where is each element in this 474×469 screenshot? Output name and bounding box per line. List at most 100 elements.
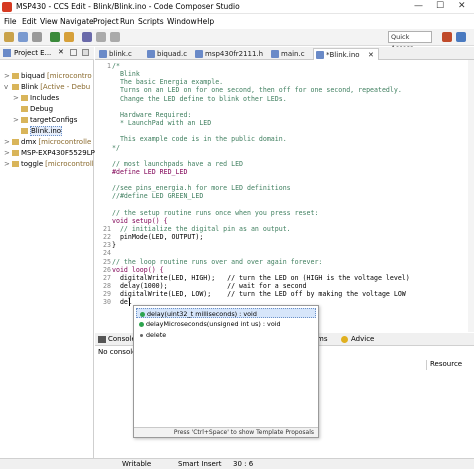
code-line[interactable]: Hardware Required: — [112, 111, 191, 119]
code-line[interactable]: */ — [112, 144, 120, 152]
menu-help[interactable]: Help — [197, 17, 214, 26]
expand-arrow-icon[interactable]: > — [4, 137, 12, 148]
resource-column-header[interactable]: Resource — [426, 360, 468, 370]
tree-item[interactable]: Blink.ino — [0, 126, 94, 137]
code-line[interactable]: //see pins_energia.h for more LED defini… — [112, 184, 291, 192]
code-line[interactable]: delay(1000); // wait for a second — [112, 282, 307, 290]
code-line[interactable]: Blink — [112, 70, 140, 78]
code-line[interactable]: //#define LED GREEN_LED — [112, 192, 203, 200]
h-file-icon — [195, 50, 203, 58]
maximize-view-icon[interactable] — [82, 49, 89, 56]
tree-item[interactable]: > MSP-EXP430F5529LP — [0, 148, 95, 159]
menu-window[interactable]: Window — [167, 17, 197, 26]
project-tree: > biquad [microcontro v Blink [Active - Debu >… — [0, 71, 95, 170]
proposal-delete[interactable]: delete — [136, 330, 316, 340]
expand-arrow-icon[interactable]: > — [4, 159, 12, 170]
project-folder-icon — [21, 106, 28, 112]
minimize-button[interactable]: — — [414, 1, 423, 11]
code-line[interactable]: // initialize the digital pin as an outp… — [112, 225, 291, 233]
expand-arrow-icon[interactable]: v — [4, 82, 12, 93]
close-button[interactable]: ✕ — [458, 1, 466, 11]
debug-perspective-icon[interactable] — [456, 32, 466, 42]
text-cursor — [129, 298, 130, 307]
code-line[interactable]: The basic Energia example. — [112, 78, 223, 86]
tree-item[interactable]: v Blink [Active - Debu — [0, 82, 94, 93]
menu-file[interactable]: File — [4, 17, 17, 26]
code-line[interactable]: This example code is in the public domai… — [112, 135, 287, 143]
code-editor[interactable]: 1/* Blink The basic Energia example. Tur… — [95, 60, 470, 332]
template-proposals-hint: Press 'Ctrl+Space' to show Template Prop… — [134, 427, 318, 437]
line-number: 25 — [103, 257, 111, 266]
tab-console[interactable]: Console — [108, 335, 136, 343]
tree-item-tag: [microcontrolle — [38, 138, 92, 146]
content-assist-popup: delay(uint32_t milliseconds) : void dela… — [133, 305, 319, 438]
code-line[interactable]: // most launchpads have a red LED — [112, 160, 243, 168]
menu-run[interactable]: Run — [120, 17, 134, 26]
code-line[interactable]: pinMode(LED, OUTPUT); — [112, 233, 203, 241]
maximize-button[interactable]: ☐ — [436, 1, 444, 11]
project-folder-icon — [12, 73, 19, 79]
line-number: 28 — [103, 282, 111, 291]
perspective-icon[interactable] — [442, 32, 452, 42]
build-icon[interactable] — [32, 32, 42, 42]
new-icon[interactable] — [4, 32, 14, 42]
window-title: MSP430 - CCS Edit - Blink/Blink.ino - Co… — [16, 2, 240, 11]
tree-item[interactable]: > dmx [microcontrolle — [0, 137, 94, 148]
editor-scrollbar[interactable] — [468, 60, 474, 332]
code-line[interactable]: } — [112, 241, 116, 249]
code-line[interactable]: Turns on an LED on for one second, then … — [112, 86, 402, 94]
expand-arrow-icon[interactable]: > — [13, 93, 21, 104]
keyword-icon — [140, 334, 143, 337]
expand-arrow-icon[interactable]: > — [4, 71, 12, 82]
minimize-view-icon[interactable] — [70, 49, 77, 56]
app-icon — [2, 2, 12, 12]
menu-project[interactable]: Project — [93, 17, 119, 26]
debug-icon[interactable] — [50, 32, 60, 42]
menu-scripts[interactable]: Scripts — [138, 17, 164, 26]
tree-item[interactable]: > Includes — [0, 93, 94, 104]
line-number: 29 — [103, 290, 111, 299]
code-line[interactable]: void setup() { — [112, 217, 168, 225]
flash-icon[interactable] — [64, 32, 74, 42]
tree-item[interactable]: > toggle [microcontroll — [0, 159, 94, 170]
menu-view[interactable]: View — [40, 17, 58, 26]
proposal-delaymicroseconds[interactable]: delayMicroseconds(unsigned int us) : voi… — [136, 319, 316, 329]
search-icon[interactable] — [82, 32, 92, 42]
line-number: 23 — [103, 241, 111, 250]
tab-advice[interactable]: Advice — [351, 335, 374, 343]
code-line[interactable]: void loop() { — [112, 266, 164, 274]
tree-item-tag: [Active - Debu — [40, 83, 91, 91]
code-line[interactable]: // the setup routine runs once when you … — [112, 209, 318, 217]
tree-item[interactable]: > targetConfigs — [0, 115, 94, 126]
menu-navigate[interactable]: Navigate — [60, 17, 94, 26]
code-line[interactable]: * LaunchPad with an LED — [112, 119, 211, 127]
tree-item-label: biquad — [21, 72, 46, 80]
code-line[interactable]: digitalWrite(LED, HIGH); // turn the LED… — [112, 274, 410, 282]
tab-main-c[interactable]: main.c — [269, 48, 311, 60]
code-line[interactable]: // the loop routine runs over and over a… — [112, 258, 322, 266]
tree-item[interactable]: > biquad [microcontro — [0, 71, 94, 82]
code-line[interactable]: digitalWrite(LED, LOW); // turn the LED … — [112, 290, 406, 298]
tab-biquad-c[interactable]: biquad.c — [145, 48, 191, 60]
expand-arrow-icon[interactable]: > — [13, 115, 21, 126]
code-line[interactable]: /* — [112, 62, 120, 70]
menu-edit[interactable]: Edit — [22, 17, 37, 26]
tab-blink-ino[interactable]: *Blink.ino ✕ — [313, 48, 379, 60]
proposal-delay[interactable]: delay(uint32_t milliseconds) : void — [136, 308, 316, 318]
tab-msp430fr2111-h[interactable]: msp430fr2111.h — [193, 48, 267, 60]
quick-access-input[interactable]: Quick Access — [388, 31, 432, 52]
console-icon — [98, 336, 106, 343]
code-line[interactable]: #define LED RED_LED — [112, 168, 187, 176]
forward-icon[interactable] — [110, 32, 120, 42]
back-icon[interactable] — [96, 32, 106, 42]
tree-item[interactable]: Debug — [0, 104, 94, 115]
status-cursor-position: 30 : 6 — [233, 460, 254, 468]
line-number: 1 — [107, 62, 111, 70]
line-number: 30 — [103, 298, 111, 307]
code-line[interactable]: Change the LED define to blink other LED… — [112, 95, 287, 103]
tree-item-label: dmx — [21, 138, 37, 146]
project-explorer-close[interactable]: ✕ — [58, 48, 64, 56]
tab-blink-c[interactable]: blink.c — [97, 48, 143, 60]
expand-arrow-icon[interactable]: > — [4, 148, 12, 159]
save-icon[interactable] — [18, 32, 28, 42]
